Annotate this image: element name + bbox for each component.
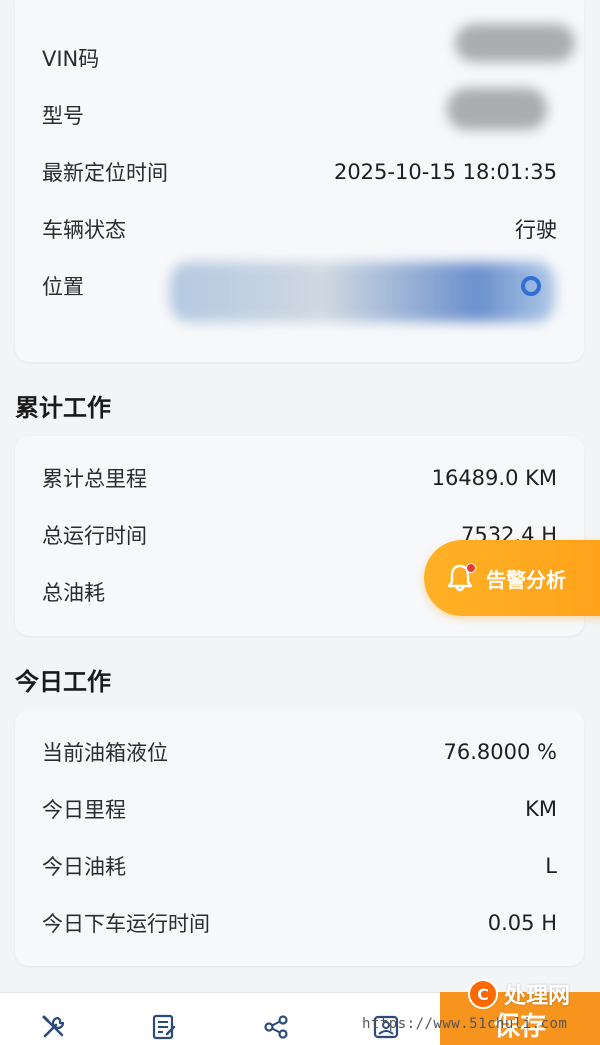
today-row-fuel: 今日油耗 L [42, 846, 557, 886]
redacted-model [447, 88, 547, 130]
position-label: 位置 [42, 275, 84, 299]
share-icon[interactable] [262, 1013, 290, 1041]
total-fuel-label: 总油耗 [42, 581, 105, 605]
today-runtime-label: 今日下车运行时间 [42, 912, 210, 936]
cumulative-row-mileage: 累计总里程 16489.0 KM [42, 458, 557, 498]
vehicle-info-card: VIN码 型号 最新定位时间 2025-10-15 18:01:35 车辆状态 … [15, 0, 584, 362]
watermark-logo-text: 处理网 [504, 984, 571, 1009]
vin-label: VIN码 [42, 47, 100, 71]
today-card: 当前油箱液位 76.8000 % 今日里程 KM 今日油耗 L 今日下车运行时间… [15, 710, 584, 966]
today-row-tank-level: 当前油箱液位 76.8000 % [42, 732, 557, 772]
bell-icon [444, 562, 476, 594]
info-row-location-time: 最新定位时间 2025-10-15 18:01:35 [42, 152, 557, 192]
document-edit-icon[interactable] [150, 1013, 178, 1041]
today-mileage-label: 今日里程 [42, 798, 126, 822]
status-label: 车辆状态 [42, 218, 126, 242]
watermark-logo-letter: C [468, 979, 498, 1009]
status-value: 行驶 [515, 218, 557, 242]
redacted-position [170, 262, 555, 322]
info-row-status: 车辆状态 行驶 [42, 209, 557, 249]
redacted-vin [455, 24, 575, 62]
vehicle-detail-page: VIN码 型号 最新定位时间 2025-10-15 18:01:35 车辆状态 … [0, 0, 600, 1045]
location-pin-icon[interactable] [520, 275, 542, 297]
alert-analysis-label: 告警分析 [486, 567, 566, 592]
today-mileage-value: KM [525, 797, 557, 821]
today-row-mileage: 今日里程 KM [42, 789, 557, 829]
today-section-title: 今日工作 [15, 668, 111, 696]
total-mileage-label: 累计总里程 [42, 467, 147, 491]
watermark-logo: C 处理网 [468, 978, 570, 1010]
tank-level-value: 76.8000 % [443, 740, 557, 764]
today-runtime-value: 0.05 H [487, 911, 557, 935]
alert-analysis-button[interactable]: 告警分析 [424, 540, 600, 616]
model-label: 型号 [42, 104, 84, 128]
today-fuel-value: L [545, 854, 557, 878]
watermark-url: https://www.51chuli.com [362, 1016, 568, 1032]
today-fuel-label: 今日油耗 [42, 855, 126, 879]
today-row-runtime: 今日下车运行时间 0.05 H [42, 903, 557, 943]
alert-dot [466, 563, 476, 573]
cumulative-section-title: 累计工作 [15, 394, 111, 422]
location-time-value: 2025-10-15 18:01:35 [333, 160, 557, 184]
tank-level-label: 当前油箱液位 [42, 741, 168, 765]
tools-icon[interactable] [40, 1013, 68, 1041]
total-runtime-label: 总运行时间 [42, 524, 147, 548]
total-mileage-value: 16489.0 KM [431, 466, 557, 490]
location-time-label: 最新定位时间 [42, 161, 168, 185]
